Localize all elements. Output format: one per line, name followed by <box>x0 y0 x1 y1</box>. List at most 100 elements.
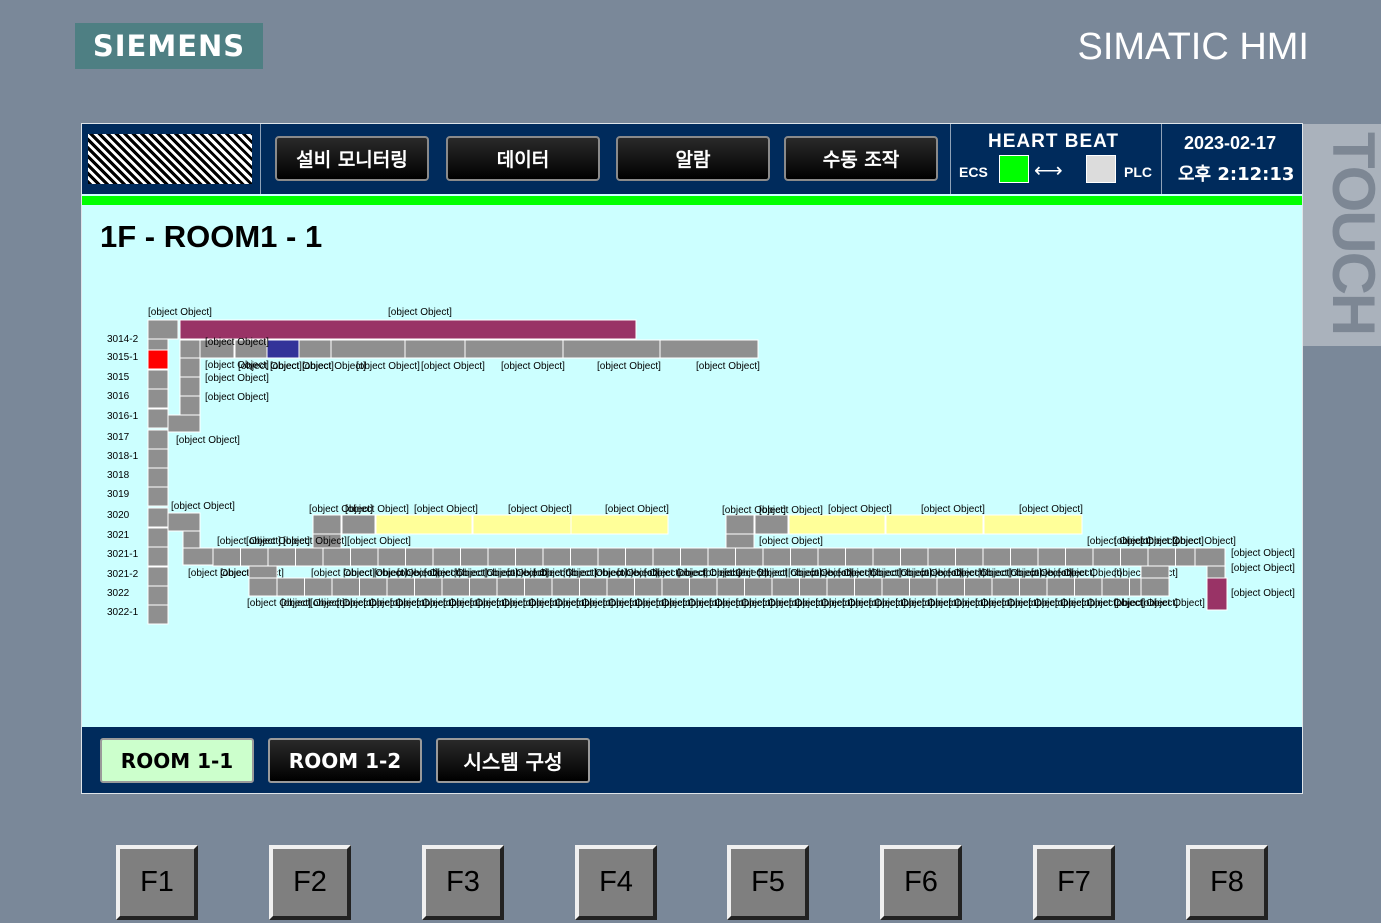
conveyor-cell[interactable] <box>562 339 661 359</box>
conveyor-cell-left[interactable] <box>147 507 169 528</box>
conveyor-cell[interactable] <box>322 547 351 567</box>
conveyor-reserved[interactable] <box>375 514 473 535</box>
conveyor-cell[interactable] <box>386 577 415 597</box>
conveyor-cell[interactable] <box>179 395 201 416</box>
conveyor-cell[interactable] <box>464 339 564 359</box>
conveyor-cell[interactable] <box>179 339 201 359</box>
conveyor-cell[interactable] <box>597 547 626 567</box>
conveyor-cell-left[interactable] <box>147 369 169 390</box>
conveyor-cell[interactable] <box>744 577 773 597</box>
conveyor-cell[interactable] <box>1092 547 1121 567</box>
conveyor-cell[interactable] <box>1140 565 1170 579</box>
conveyor-cell[interactable] <box>350 547 379 567</box>
conveyor-cell[interactable] <box>771 577 800 597</box>
conveyor-cell[interactable] <box>276 577 305 597</box>
conveyor-cell[interactable] <box>1206 565 1226 579</box>
conveyor-cell[interactable] <box>182 530 201 550</box>
conveyor-cell[interactable] <box>496 577 525 597</box>
conveyor-cell[interactable] <box>377 547 406 567</box>
conveyor-cell-left[interactable] <box>147 448 169 469</box>
conveyor-cell[interactable] <box>579 577 608 597</box>
conveyor-cell[interactable] <box>432 547 461 567</box>
conveyor-cell[interactable] <box>460 547 489 567</box>
conveyor-cell[interactable] <box>927 547 956 567</box>
conveyor-reserved[interactable] <box>788 514 886 535</box>
conveyor-cell[interactable] <box>1065 547 1094 567</box>
conveyor-cell[interactable] <box>1037 547 1066 567</box>
f8-key[interactable]: F8 <box>1186 845 1268 920</box>
conveyor-reserved[interactable] <box>570 514 669 535</box>
conveyor-cell-left[interactable] <box>147 467 169 488</box>
conveyor-cell[interactable] <box>414 577 443 597</box>
conveyor-cell[interactable] <box>267 547 296 567</box>
conveyor-cell[interactable] <box>182 547 214 566</box>
conveyor-cell[interactable] <box>799 577 828 597</box>
f2-key[interactable]: F2 <box>269 845 351 920</box>
conveyor-reserved[interactable] <box>983 514 1083 535</box>
conveyor-cell[interactable] <box>330 339 406 359</box>
conveyor-cell[interactable] <box>212 547 241 567</box>
conveyor-cell[interactable] <box>487 547 516 567</box>
conveyor-cell[interactable] <box>762 547 791 567</box>
conveyor-cell[interactable] <box>881 577 910 597</box>
conveyor-cell[interactable] <box>551 577 580 597</box>
conveyor-cell[interactable] <box>359 577 388 597</box>
conveyor-cell-left[interactable] <box>147 408 169 429</box>
conveyor-cell-left[interactable] <box>147 429 169 450</box>
conveyor-cell[interactable] <box>515 547 544 567</box>
conveyor-cell[interactable] <box>909 577 938 597</box>
conveyor-cell[interactable] <box>404 339 466 359</box>
conveyor-cell[interactable] <box>689 577 718 597</box>
conveyor-cell[interactable] <box>331 577 360 597</box>
conveyor-cell[interactable] <box>955 547 984 567</box>
conveyor-cell[interactable] <box>625 547 654 567</box>
conveyor-cell[interactable] <box>652 547 681 567</box>
conveyor-cell[interactable] <box>936 577 965 597</box>
f7-key[interactable]: F7 <box>1033 845 1115 920</box>
room-button-1-2[interactable]: ROOM 1-2 <box>268 738 422 783</box>
conveyor-cell-left[interactable] <box>147 486 169 507</box>
conveyor-cell[interactable] <box>725 514 755 535</box>
conveyor-cell[interactable] <box>1010 547 1039 567</box>
conveyor-cell[interactable] <box>845 547 874 567</box>
conveyor-cell-left[interactable] <box>147 566 169 587</box>
conveyor-cell[interactable] <box>735 547 764 567</box>
conveyor-cell[interactable] <box>542 547 571 567</box>
conveyor-cell[interactable] <box>167 512 201 532</box>
conveyor-cell[interactable] <box>1019 577 1048 597</box>
conveyor-cell[interactable] <box>900 547 929 567</box>
conveyor-cell[interactable] <box>964 577 993 597</box>
conveyor-cell[interactable] <box>524 577 553 597</box>
conveyor-cell[interactable] <box>179 376 201 397</box>
conveyor-cell[interactable] <box>661 577 690 597</box>
system-config-button[interactable]: 시스템 구성 <box>436 738 590 783</box>
conveyor-cell[interactable] <box>716 577 745 597</box>
conveyor-cell-left[interactable] <box>147 585 169 606</box>
conveyor-cell[interactable] <box>606 577 635 597</box>
conveyor-cell[interactable] <box>991 577 1020 597</box>
conveyor-cell[interactable] <box>469 577 498 597</box>
conveyor-cell-left[interactable] <box>147 388 169 409</box>
conveyor-reserved[interactable] <box>885 514 984 535</box>
conveyor-cell[interactable] <box>405 547 434 567</box>
conveyor-3007-selected[interactable] <box>266 339 300 359</box>
conveyor-cell[interactable] <box>790 547 819 567</box>
conveyor-cell[interactable] <box>1074 577 1103 597</box>
conveyor-reserved[interactable] <box>472 514 572 535</box>
conveyor-cell-left[interactable] <box>147 349 169 370</box>
f6-key[interactable]: F6 <box>880 845 962 920</box>
conveyor-cell[interactable] <box>872 547 901 567</box>
conveyor-cell[interactable] <box>817 547 846 567</box>
conveyor-cell[interactable] <box>826 577 855 597</box>
conveyor-cell[interactable] <box>179 357 201 378</box>
conveyor-cell[interactable] <box>304 577 333 597</box>
conveyor-cell[interactable] <box>707 547 736 567</box>
conveyor-cell[interactable] <box>240 547 269 567</box>
conveyor-cell[interactable] <box>167 414 201 433</box>
f1-key[interactable]: F1 <box>116 845 198 920</box>
f5-key[interactable]: F5 <box>727 845 809 920</box>
conveyor-cell[interactable] <box>1120 547 1149 567</box>
conveyor-cell[interactable] <box>634 577 663 597</box>
conveyor-cell[interactable] <box>570 547 599 567</box>
f3-key[interactable]: F3 <box>422 845 504 920</box>
